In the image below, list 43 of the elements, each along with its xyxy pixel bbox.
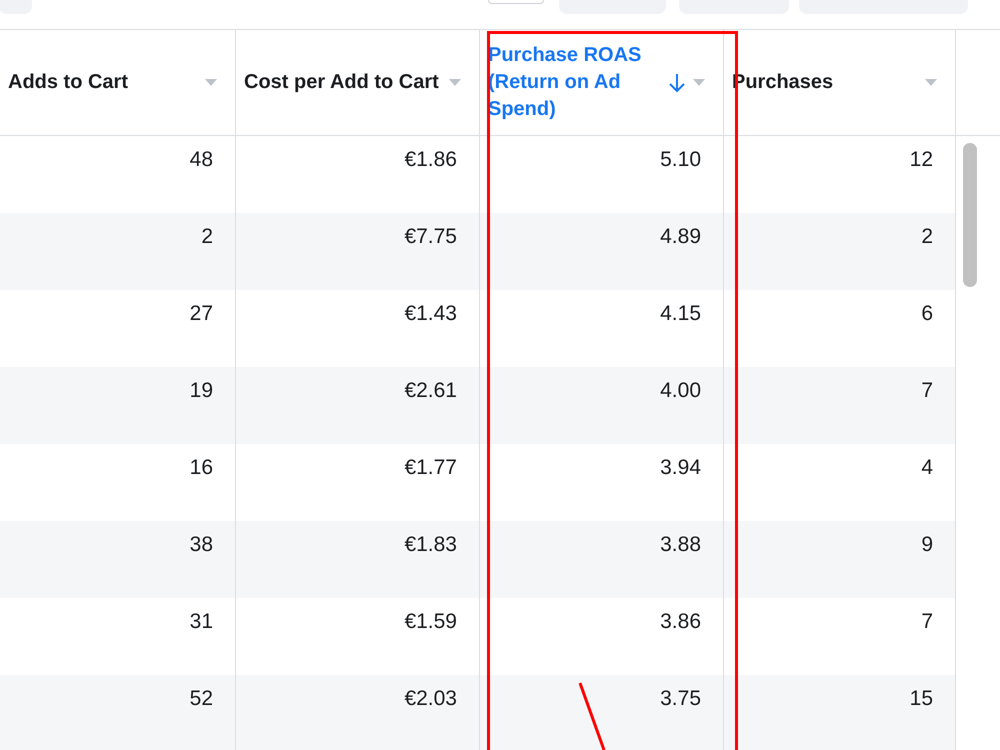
table-cell-text: 4.89 xyxy=(660,224,701,250)
table-cell-text: €1.86 xyxy=(404,147,457,173)
table-cell-text: €1.59 xyxy=(404,609,457,635)
dropdown-caret-icon[interactable] xyxy=(925,79,937,86)
table-cell-text: €7.75 xyxy=(404,224,457,250)
table-cell-text: 48 xyxy=(190,147,213,173)
scrollbar-thumb[interactable] xyxy=(963,143,977,287)
table-cell-text: 16 xyxy=(190,455,213,481)
table-cell-text: 38 xyxy=(190,532,213,558)
table-cell-text: 7 xyxy=(921,609,933,635)
table-cell-text: €1.77 xyxy=(404,455,457,481)
toolbar-button[interactable] xyxy=(488,0,544,4)
table-cell-text: 6 xyxy=(921,301,933,327)
table-cell-text: 2 xyxy=(201,224,213,250)
table-cell-text: €1.83 xyxy=(404,532,457,558)
table-cell-text: 7 xyxy=(921,378,933,404)
table-cell-text: 12 xyxy=(910,147,933,173)
annotation-line xyxy=(577,681,607,750)
table-cell-text: 31 xyxy=(190,609,213,635)
table-cell-text: 52 xyxy=(190,686,213,712)
dropdown-caret-icon[interactable] xyxy=(449,79,461,86)
table-cell-text: 5.10 xyxy=(660,147,701,173)
table-cell-text: 3.86 xyxy=(660,609,701,635)
table-cell-text: 3.88 xyxy=(660,532,701,558)
sort-down-arrow-icon xyxy=(669,72,685,92)
table-cell-text: 3.75 xyxy=(660,686,701,712)
table-cell-text: 3.94 xyxy=(660,455,701,481)
dropdown-caret-icon[interactable] xyxy=(693,79,705,86)
column-header[interactable]: Cost per Add to Cart xyxy=(236,30,480,135)
table-cell-text: €2.61 xyxy=(404,378,457,404)
table-cell-text: 27 xyxy=(190,301,213,327)
table-cell-text: 4.15 xyxy=(660,301,701,327)
table-cell-text: 9 xyxy=(921,532,933,558)
table-cell-text: 4 xyxy=(921,455,933,481)
table-cell-text: 19 xyxy=(190,378,213,404)
table-cell-text: 2 xyxy=(921,224,933,250)
table-cell-text: 15 xyxy=(910,686,933,712)
column-header[interactable]: Purchase ROAS (Return on Ad Spend) xyxy=(480,30,724,135)
table-cell-text: €2.03 xyxy=(404,686,457,712)
column-header[interactable]: Adds to Cart xyxy=(0,30,236,135)
table-cell-text: €1.43 xyxy=(404,301,457,327)
dropdown-caret-icon[interactable] xyxy=(205,79,217,86)
table-cell-text: 4.00 xyxy=(660,378,701,404)
